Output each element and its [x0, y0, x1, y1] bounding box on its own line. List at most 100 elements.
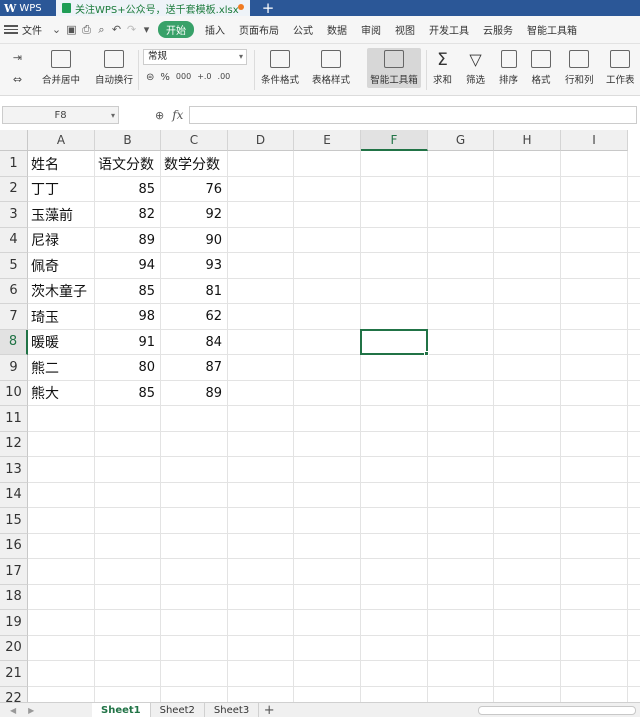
tab-start[interactable]: 开始: [158, 21, 194, 38]
tab-page-layout[interactable]: 页面布局: [232, 22, 286, 37]
filter-button[interactable]: ▽ 筛选: [466, 50, 485, 86]
row-header-11[interactable]: 11: [0, 406, 28, 432]
percent-button[interactable]: %: [160, 72, 170, 83]
last-sheet-icon[interactable]: ▶: [28, 706, 34, 715]
number-format-select[interactable]: 常规 ▾: [143, 49, 247, 65]
wrap-text-button[interactable]: 自动换行: [95, 50, 133, 86]
column-header-f[interactable]: F: [361, 130, 428, 151]
column-header-b[interactable]: B: [95, 130, 161, 151]
table-cell[interactable]: 85: [95, 279, 161, 304]
merge-center-button[interactable]: 合并居中: [42, 50, 80, 86]
tab-insert[interactable]: 插入: [198, 22, 232, 37]
table-cell[interactable]: 玉藻前: [28, 202, 95, 227]
row-header-2[interactable]: 2: [0, 176, 28, 202]
column-header-i[interactable]: I: [561, 130, 628, 151]
row-col-button[interactable]: 行和列: [565, 50, 594, 86]
tab-cloud-service[interactable]: 云服务: [476, 22, 520, 37]
new-tab-button[interactable]: +: [250, 0, 286, 17]
row-header-17[interactable]: 17: [0, 559, 28, 585]
undo-icon[interactable]: ↶: [109, 23, 124, 37]
row-header-16[interactable]: 16: [0, 533, 28, 559]
print-icon[interactable]: ⎙: [79, 23, 94, 37]
thousands-button[interactable]: 000: [176, 72, 191, 83]
table-cell[interactable]: 82: [95, 202, 161, 227]
smart-toolbox-button[interactable]: 智能工具箱: [367, 48, 421, 88]
spreadsheet-grid[interactable]: A B C D E F G H I 1 2 3 4 5 6 7 8 9 10 11 12 13 14 15 16 17 18 19 20…: [0, 130, 640, 702]
row-header-4[interactable]: 4: [0, 227, 28, 253]
column-header-h[interactable]: H: [494, 130, 561, 151]
tab-smart-toolbox[interactable]: 智能工具箱: [520, 22, 584, 37]
row-header-12[interactable]: 12: [0, 431, 28, 457]
table-style-button[interactable]: 表格样式: [312, 50, 350, 86]
row-header-8[interactable]: 8: [0, 329, 28, 355]
table-cell[interactable]: 尼禄: [28, 228, 95, 253]
row-header-20[interactable]: 20: [0, 635, 28, 661]
row-header-6[interactable]: 6: [0, 278, 28, 304]
tab-formulas[interactable]: 公式: [286, 22, 320, 37]
format-button[interactable]: 格式: [531, 50, 551, 86]
table-cell[interactable]: 87: [161, 355, 228, 380]
table-cell[interactable]: 佩奇: [28, 253, 95, 278]
tab-developer[interactable]: 开发工具: [422, 22, 476, 37]
row-header-3[interactable]: 3: [0, 202, 28, 228]
column-header-c[interactable]: C: [161, 130, 228, 151]
row-header-5[interactable]: 5: [0, 253, 28, 279]
column-header-a[interactable]: A: [28, 130, 95, 151]
add-sheet-button[interactable]: +: [259, 703, 279, 717]
table-cell[interactable]: 85: [95, 177, 161, 202]
fill-handle[interactable]: [424, 351, 429, 356]
table-cell[interactable]: 85: [95, 381, 161, 406]
tab-review[interactable]: 审阅: [354, 22, 388, 37]
table-cell[interactable]: 暖暖: [28, 330, 95, 355]
wps-home-tab[interactable]: W WPS: [0, 0, 56, 16]
table-cell[interactable]: 熊大: [28, 381, 95, 406]
increase-decimal-button[interactable]: +.0: [197, 72, 211, 83]
customize-toolbar-icon[interactable]: ▾: [139, 23, 154, 37]
header-cell[interactable]: 数学分数: [161, 151, 228, 176]
row-header-7[interactable]: 7: [0, 304, 28, 330]
table-cell[interactable]: 89: [95, 228, 161, 253]
formula-input[interactable]: [189, 106, 638, 124]
table-cell[interactable]: 81: [161, 279, 228, 304]
row-header-14[interactable]: 14: [0, 482, 28, 508]
tab-data[interactable]: 数据: [320, 22, 354, 37]
table-cell[interactable]: 茨木童子: [28, 279, 95, 304]
header-cell[interactable]: 语文分数: [95, 151, 161, 176]
active-cell-selection[interactable]: [360, 328, 429, 356]
decrease-decimal-button[interactable]: .00: [218, 72, 231, 83]
insert-function-button[interactable]: fx: [172, 108, 183, 122]
row-header-9[interactable]: 9: [0, 355, 28, 381]
save-icon[interactable]: ▣: [64, 23, 79, 37]
table-cell[interactable]: 熊二: [28, 355, 95, 380]
column-header-e[interactable]: E: [294, 130, 361, 151]
name-box[interactable]: F8 ▾: [2, 106, 119, 124]
table-cell[interactable]: 76: [161, 177, 228, 202]
table-cell[interactable]: 93: [161, 253, 228, 278]
menu-file[interactable]: 文件: [18, 22, 49, 37]
header-cell[interactable]: 姓名: [28, 151, 95, 176]
row-header-22[interactable]: 22: [0, 686, 28, 702]
table-cell[interactable]: 91: [95, 330, 161, 355]
sheet-tab-1[interactable]: Sheet1: [92, 702, 151, 717]
horizontal-scrollbar[interactable]: [478, 706, 636, 715]
row-header-19[interactable]: 19: [0, 610, 28, 636]
table-cell[interactable]: 89: [161, 381, 228, 406]
sort-button[interactable]: 排序: [499, 50, 518, 86]
first-sheet-icon[interactable]: ◀: [10, 706, 16, 715]
column-header-d[interactable]: D: [228, 130, 294, 151]
distribute-icon[interactable]: ⇔: [10, 72, 25, 86]
row-header-10[interactable]: 10: [0, 380, 28, 406]
print-preview-icon[interactable]: ⌕: [94, 23, 109, 37]
row-header-21[interactable]: 21: [0, 661, 28, 687]
row-header-1[interactable]: 1: [0, 151, 28, 177]
table-cell[interactable]: 90: [161, 228, 228, 253]
sheet-tab-3[interactable]: Sheet3: [205, 702, 260, 717]
row-header-13[interactable]: 13: [0, 457, 28, 483]
table-cell[interactable]: 80: [95, 355, 161, 380]
menu-icon[interactable]: [4, 25, 18, 34]
column-header-g[interactable]: G: [428, 130, 494, 151]
redo-icon[interactable]: ↷: [124, 23, 139, 37]
table-cell[interactable]: 92: [161, 202, 228, 227]
zoom-search-icon[interactable]: ⊕: [155, 109, 164, 122]
row-header-15[interactable]: 15: [0, 508, 28, 534]
